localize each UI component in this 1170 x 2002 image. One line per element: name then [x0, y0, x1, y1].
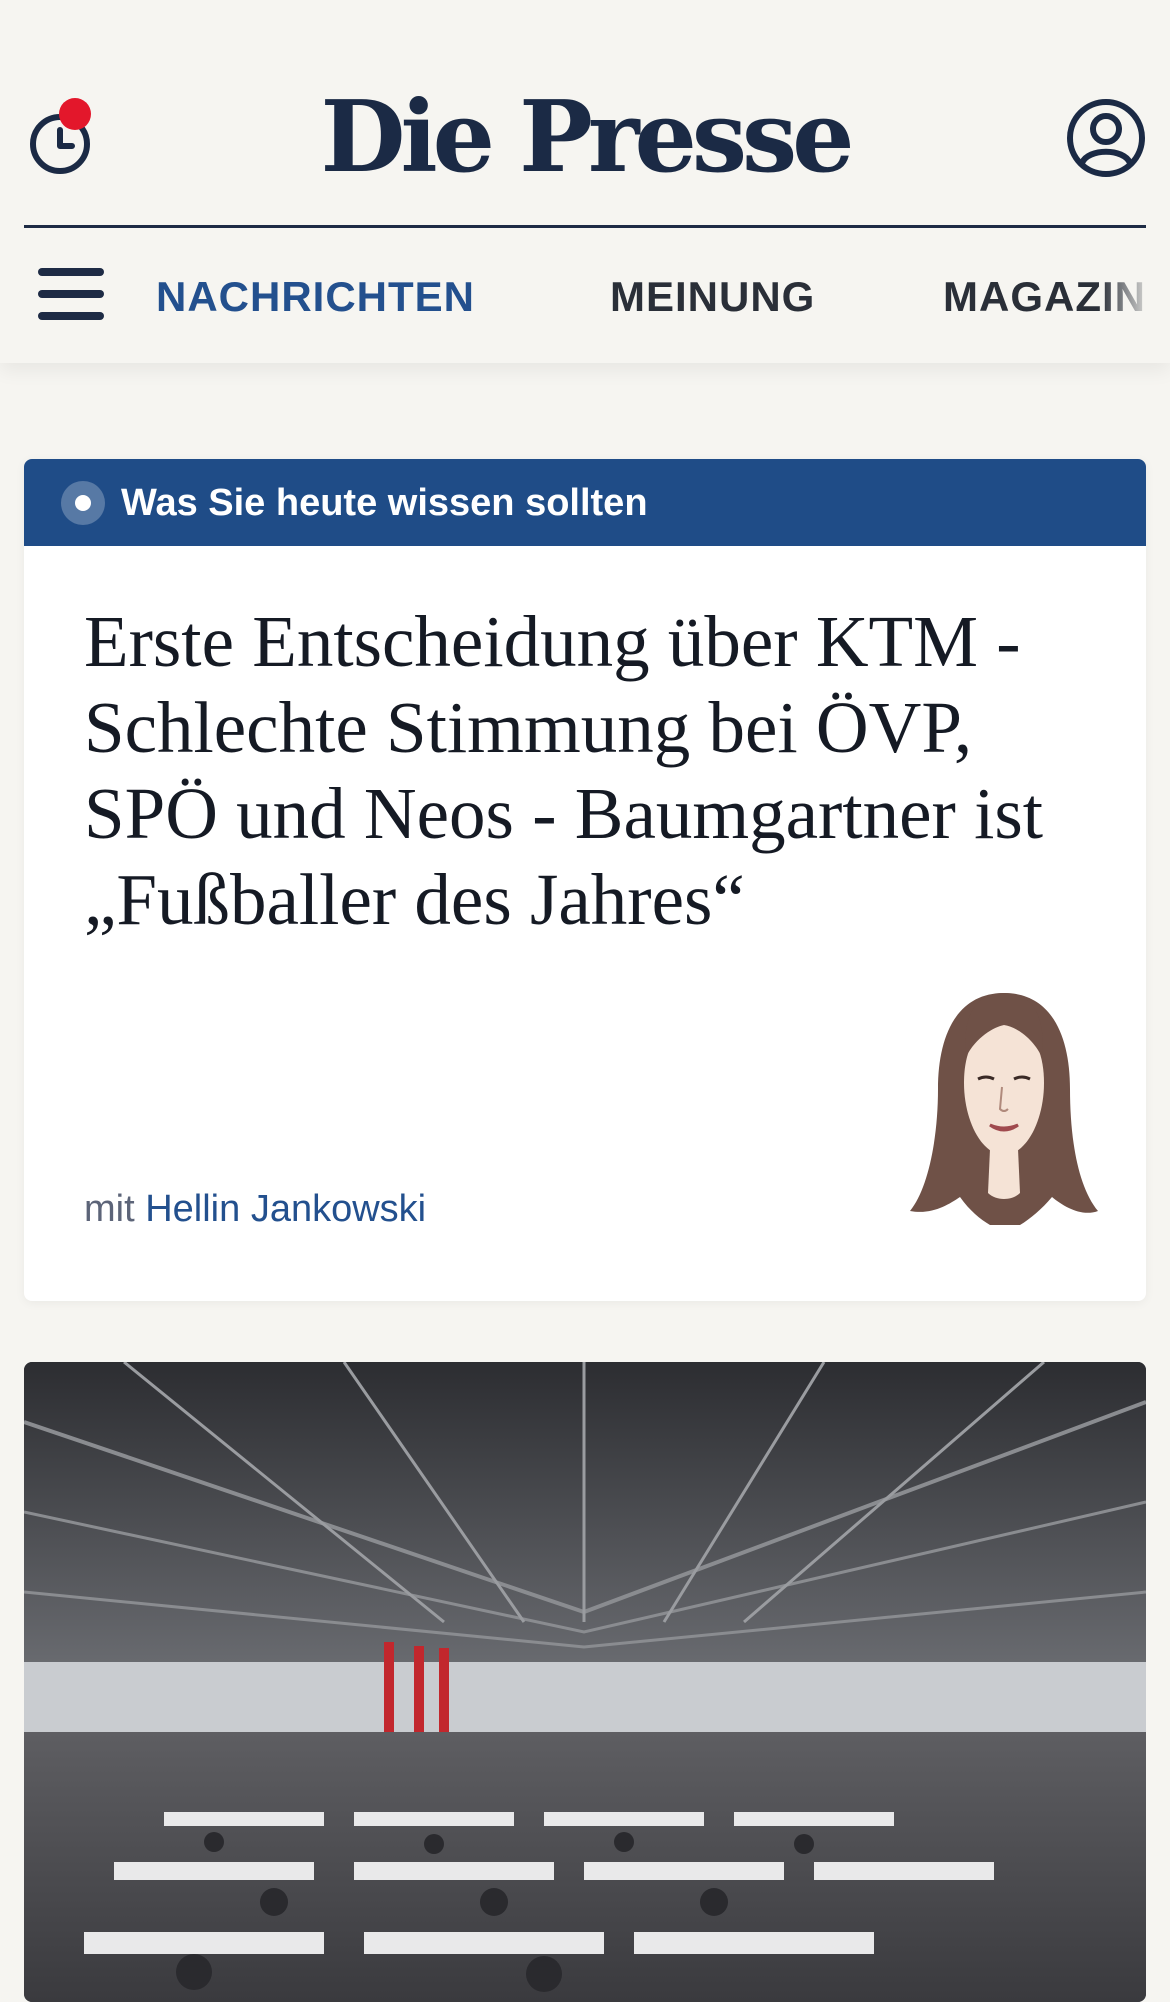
account-button[interactable]	[1066, 98, 1146, 178]
nav-scroll-fade	[1100, 250, 1170, 350]
menu-button[interactable]	[38, 268, 106, 324]
exam-hall-photo	[24, 1362, 1146, 2002]
author-portrait	[910, 993, 1098, 1225]
hamburger-menu-icon	[38, 268, 104, 276]
author-link[interactable]: Hellin Jankowski	[145, 1188, 426, 1230]
article-image[interactable]	[24, 1362, 1146, 2002]
live-dot-icon	[61, 481, 105, 525]
site-logo[interactable]: Die Presse	[0, 78, 1170, 198]
header-divider	[24, 225, 1146, 228]
briefing-header: Was Sie heute wissen sollten	[24, 459, 1146, 546]
nav-item-nachrichten[interactable]: NACHRICHTEN	[156, 270, 475, 324]
byline: mit Hellin Jankowski	[84, 1185, 426, 1233]
byline-prefix: mit	[84, 1188, 135, 1230]
user-icon	[1067, 99, 1145, 177]
nav-item-meinung[interactable]: MEINUNG	[610, 270, 815, 324]
briefing-label: Was Sie heute wissen sollten	[121, 482, 648, 524]
briefing-headline[interactable]: Erste Entscheidung über KTM - Schlechte …	[84, 599, 1084, 943]
briefing-card[interactable]: Was Sie heute wissen sollten Erste Entsc…	[24, 459, 1146, 1301]
